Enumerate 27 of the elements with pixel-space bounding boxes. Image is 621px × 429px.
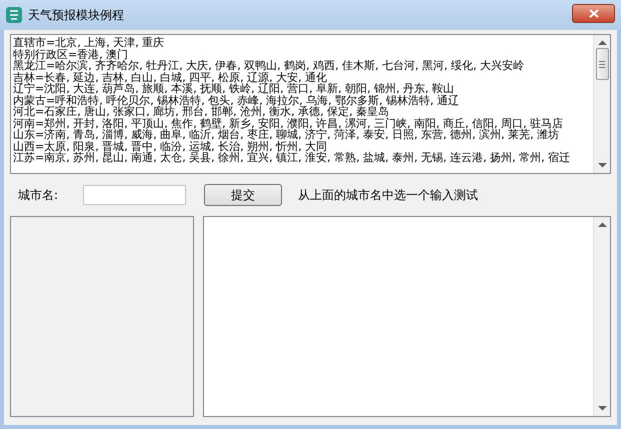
scroll-up-icon[interactable] [598,222,606,228]
scroll-down-icon[interactable] [598,162,606,168]
scroll-thumb[interactable] [596,48,608,80]
submit-button[interactable]: 提交 [204,184,282,206]
scroll-up-icon[interactable] [598,40,606,46]
hint-text: 从上面的城市名中选一个输入测试 [298,187,478,204]
city-list-line: 内蒙古=呼和浩特, 呼伦贝尔, 锡林浩特, 包头, 赤峰, 海拉尔, 乌海, 鄂尔多斯, 锡林浩特, 通辽 [13,94,460,106]
city-list-line: 山东=济南, 青岛, 淄博, 威海, 曲阜, 临沂, 烟台, 枣庄, 聊城, 济宁, 菏泽, 泰安, 日照, 东营, 德州, 滨州, 莱芜, 潍坊 [13,129,560,140]
scrollbar[interactable] [593,35,610,173]
city-name-label: 城市名: [18,187,60,204]
scroll-down-icon[interactable] [598,405,606,411]
scrollbar[interactable] [593,217,610,416]
close-icon [588,8,598,18]
close-button[interactable] [572,4,615,22]
city-list-line: 特别行政区=香港, 澳门 [13,48,128,60]
city-name-field[interactable] [83,185,186,205]
window-title: 天气预报模块例程 [28,7,124,24]
city-list-line: 河南=郑州, 开封, 洛阳, 平顶山, 焦作, 鹤壁, 新乡, 安阳, 濮阳, 许昌, 漯河, 三门峡, 南阳, 商丘, 信阳, 周口, 驻马店 [13,118,564,129]
city-list-line: 辽宁=沈阳, 大连, 葫芦岛, 旅顺, 本溪, 抚顺, 铁岭, 辽阳, 营口, 阜新, 朝阳, 锦州, 丹东, 鞍山 [13,83,454,94]
city-list-textarea[interactable] [10,34,611,174]
city-list-line: 直辖市=北京, 上海, 天津, 重庆 [13,37,164,48]
city-list-line: 吉林=长春, 延边, 吉林, 白山, 白城, 四平, 松原, 辽源, 大安, 通化 [13,72,328,83]
city-list-line: 黑龙江=哈尔滨, 齐齐哈尔, 牡丹江, 大庆, 伊春, 双鸭山, 鹤岗, 鸡西, 佳木斯, 七台河, 黑河, 绥化, 大兴安岭 [13,60,524,72]
city-list-line: 山西=太原, 阳泉, 晋城, 晋中, 临汾, 运城, 长治, 朔州, 忻州, 大同 [13,140,328,152]
app-logo-icon [6,7,22,23]
city-list-line: 江苏=南京, 苏州, 昆山, 南通, 太仓, 吴县, 徐州, 宜兴, 镇江, 淮安, 常熟, 盐城, 泰州, 无锡, 连云港, 扬州, 常州, 宿迁 [13,152,570,164]
city-list-line: 河北=石家庄, 唐山, 张家口, 廊坊, 邢台, 邯郸, 沧州, 衡水, 承德, 保定, 秦皇岛 [13,106,390,118]
